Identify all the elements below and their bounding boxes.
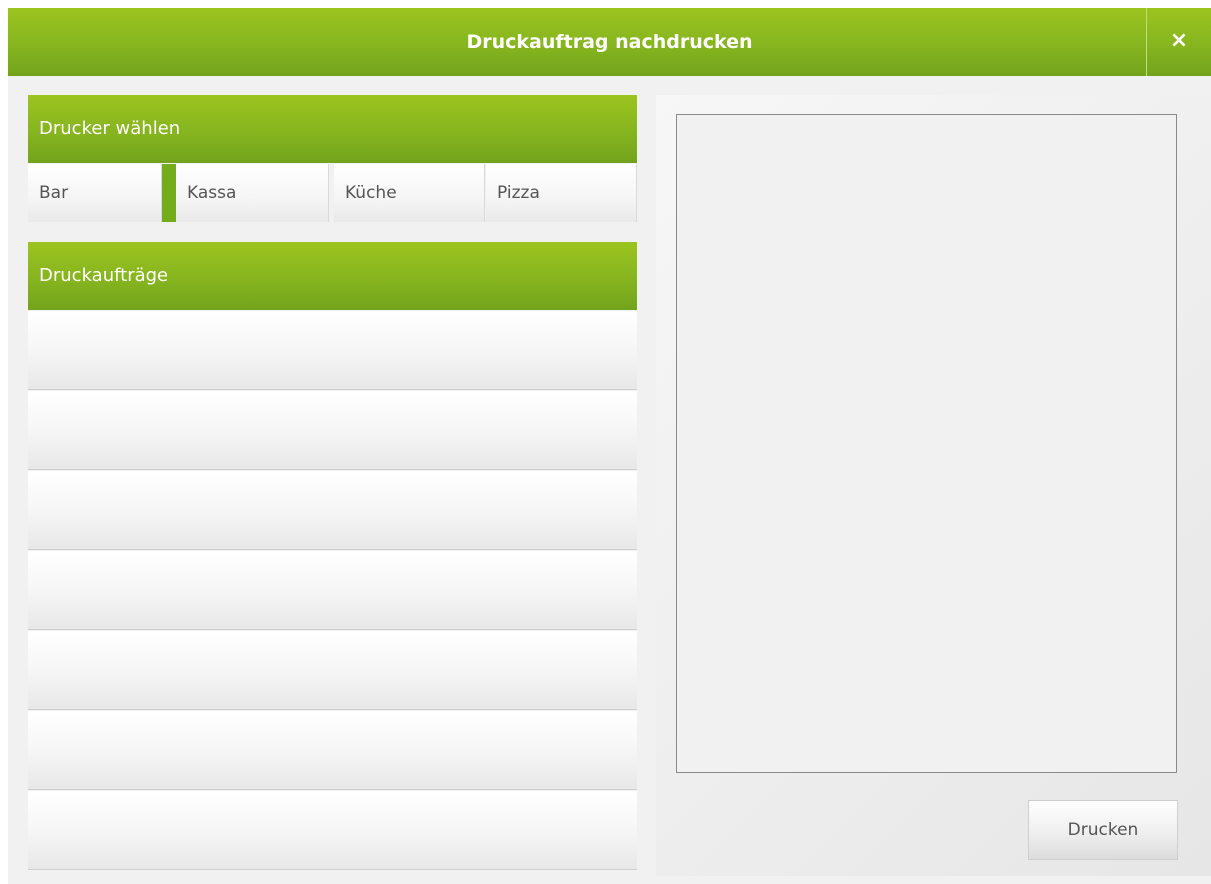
job-row[interactable] (28, 791, 637, 870)
printer-select-header: Drucker wählen (28, 95, 637, 163)
print-jobs-header: Druckaufträge (28, 242, 637, 310)
print-button[interactable]: Drucken (1028, 800, 1178, 860)
job-row[interactable] (28, 631, 637, 710)
job-row[interactable] (28, 711, 637, 790)
reprint-dialog: Druckauftrag nachdrucken × Drucker wähle… (8, 8, 1211, 884)
title-bar: Druckauftrag nachdrucken × (8, 8, 1211, 76)
printer-button-bar[interactable]: Bar (28, 164, 162, 222)
preview-panel: Drucken (656, 95, 1211, 876)
print-preview-area (676, 114, 1177, 773)
printer-button-kassa[interactable]: Kassa (162, 164, 329, 222)
close-icon[interactable]: × (1146, 8, 1211, 76)
job-row[interactable] (28, 471, 637, 550)
job-row[interactable] (28, 391, 637, 470)
dialog-title: Druckauftrag nachdrucken (466, 31, 753, 53)
job-row[interactable] (28, 311, 637, 390)
printer-button-kueche[interactable]: Küche (334, 164, 485, 222)
job-row[interactable] (28, 551, 637, 630)
printer-button-pizza[interactable]: Pizza (486, 164, 637, 222)
